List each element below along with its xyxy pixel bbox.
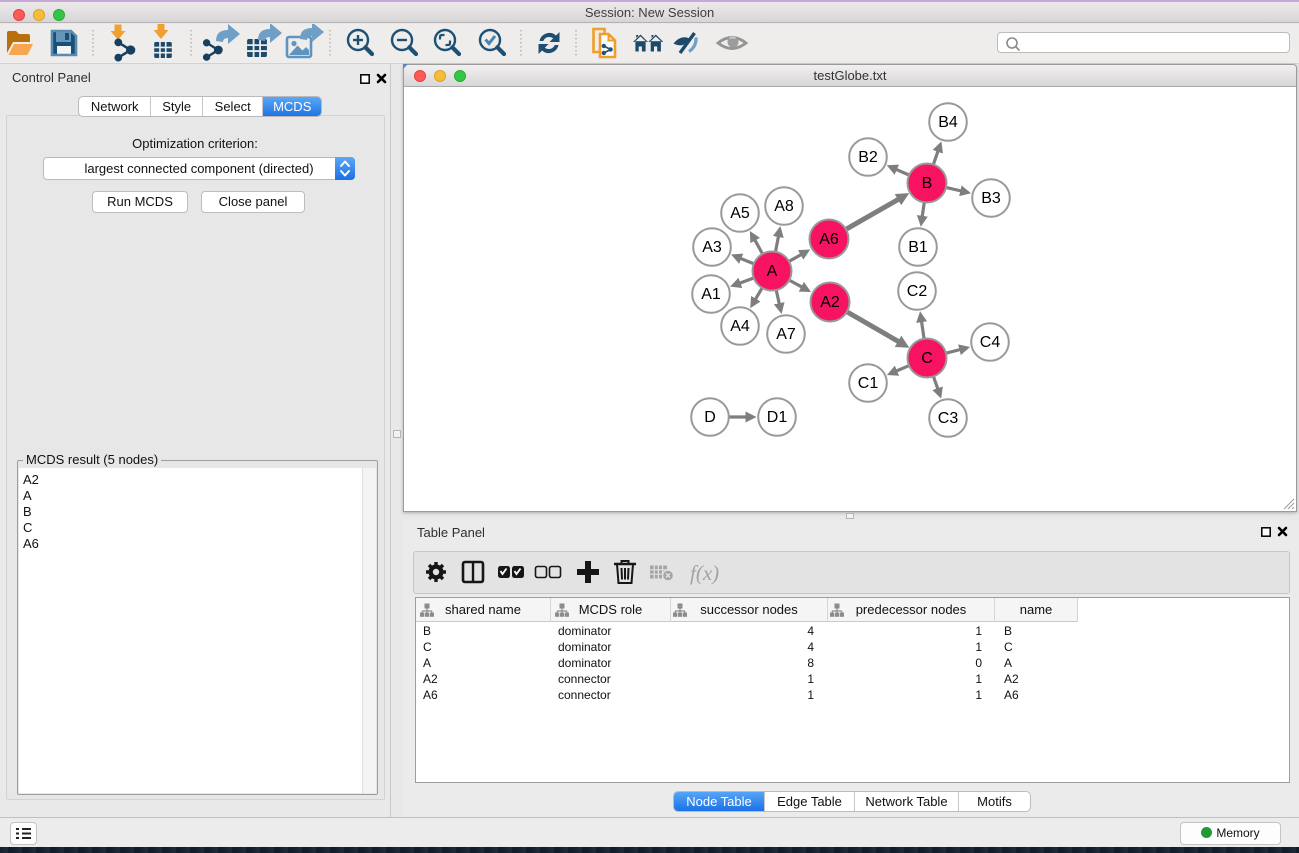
svg-text:B2: B2 — [858, 149, 878, 166]
svg-text:A4: A4 — [730, 318, 750, 335]
svg-text:A2: A2 — [820, 294, 840, 311]
svg-text:A3: A3 — [702, 239, 722, 256]
svg-text:C3: C3 — [938, 410, 959, 427]
svg-text:A1: A1 — [701, 286, 721, 303]
svg-text:C: C — [921, 350, 933, 367]
svg-text:B4: B4 — [938, 114, 958, 131]
svg-text:A: A — [767, 263, 778, 280]
svg-text:A8: A8 — [774, 198, 794, 215]
svg-text:B1: B1 — [908, 239, 928, 256]
svg-text:C1: C1 — [858, 375, 879, 392]
svg-text:C2: C2 — [907, 283, 928, 300]
svg-text:f(x): f(x) — [690, 561, 719, 585]
svg-text:B: B — [922, 175, 933, 192]
svg-text:A5: A5 — [730, 205, 750, 222]
svg-text:D1: D1 — [767, 409, 788, 426]
svg-text:A6: A6 — [819, 231, 839, 248]
svg-text:D: D — [704, 409, 716, 426]
svg-text:C4: C4 — [980, 334, 1001, 351]
svg-text:A7: A7 — [776, 326, 796, 343]
svg-text:B3: B3 — [981, 190, 1001, 207]
